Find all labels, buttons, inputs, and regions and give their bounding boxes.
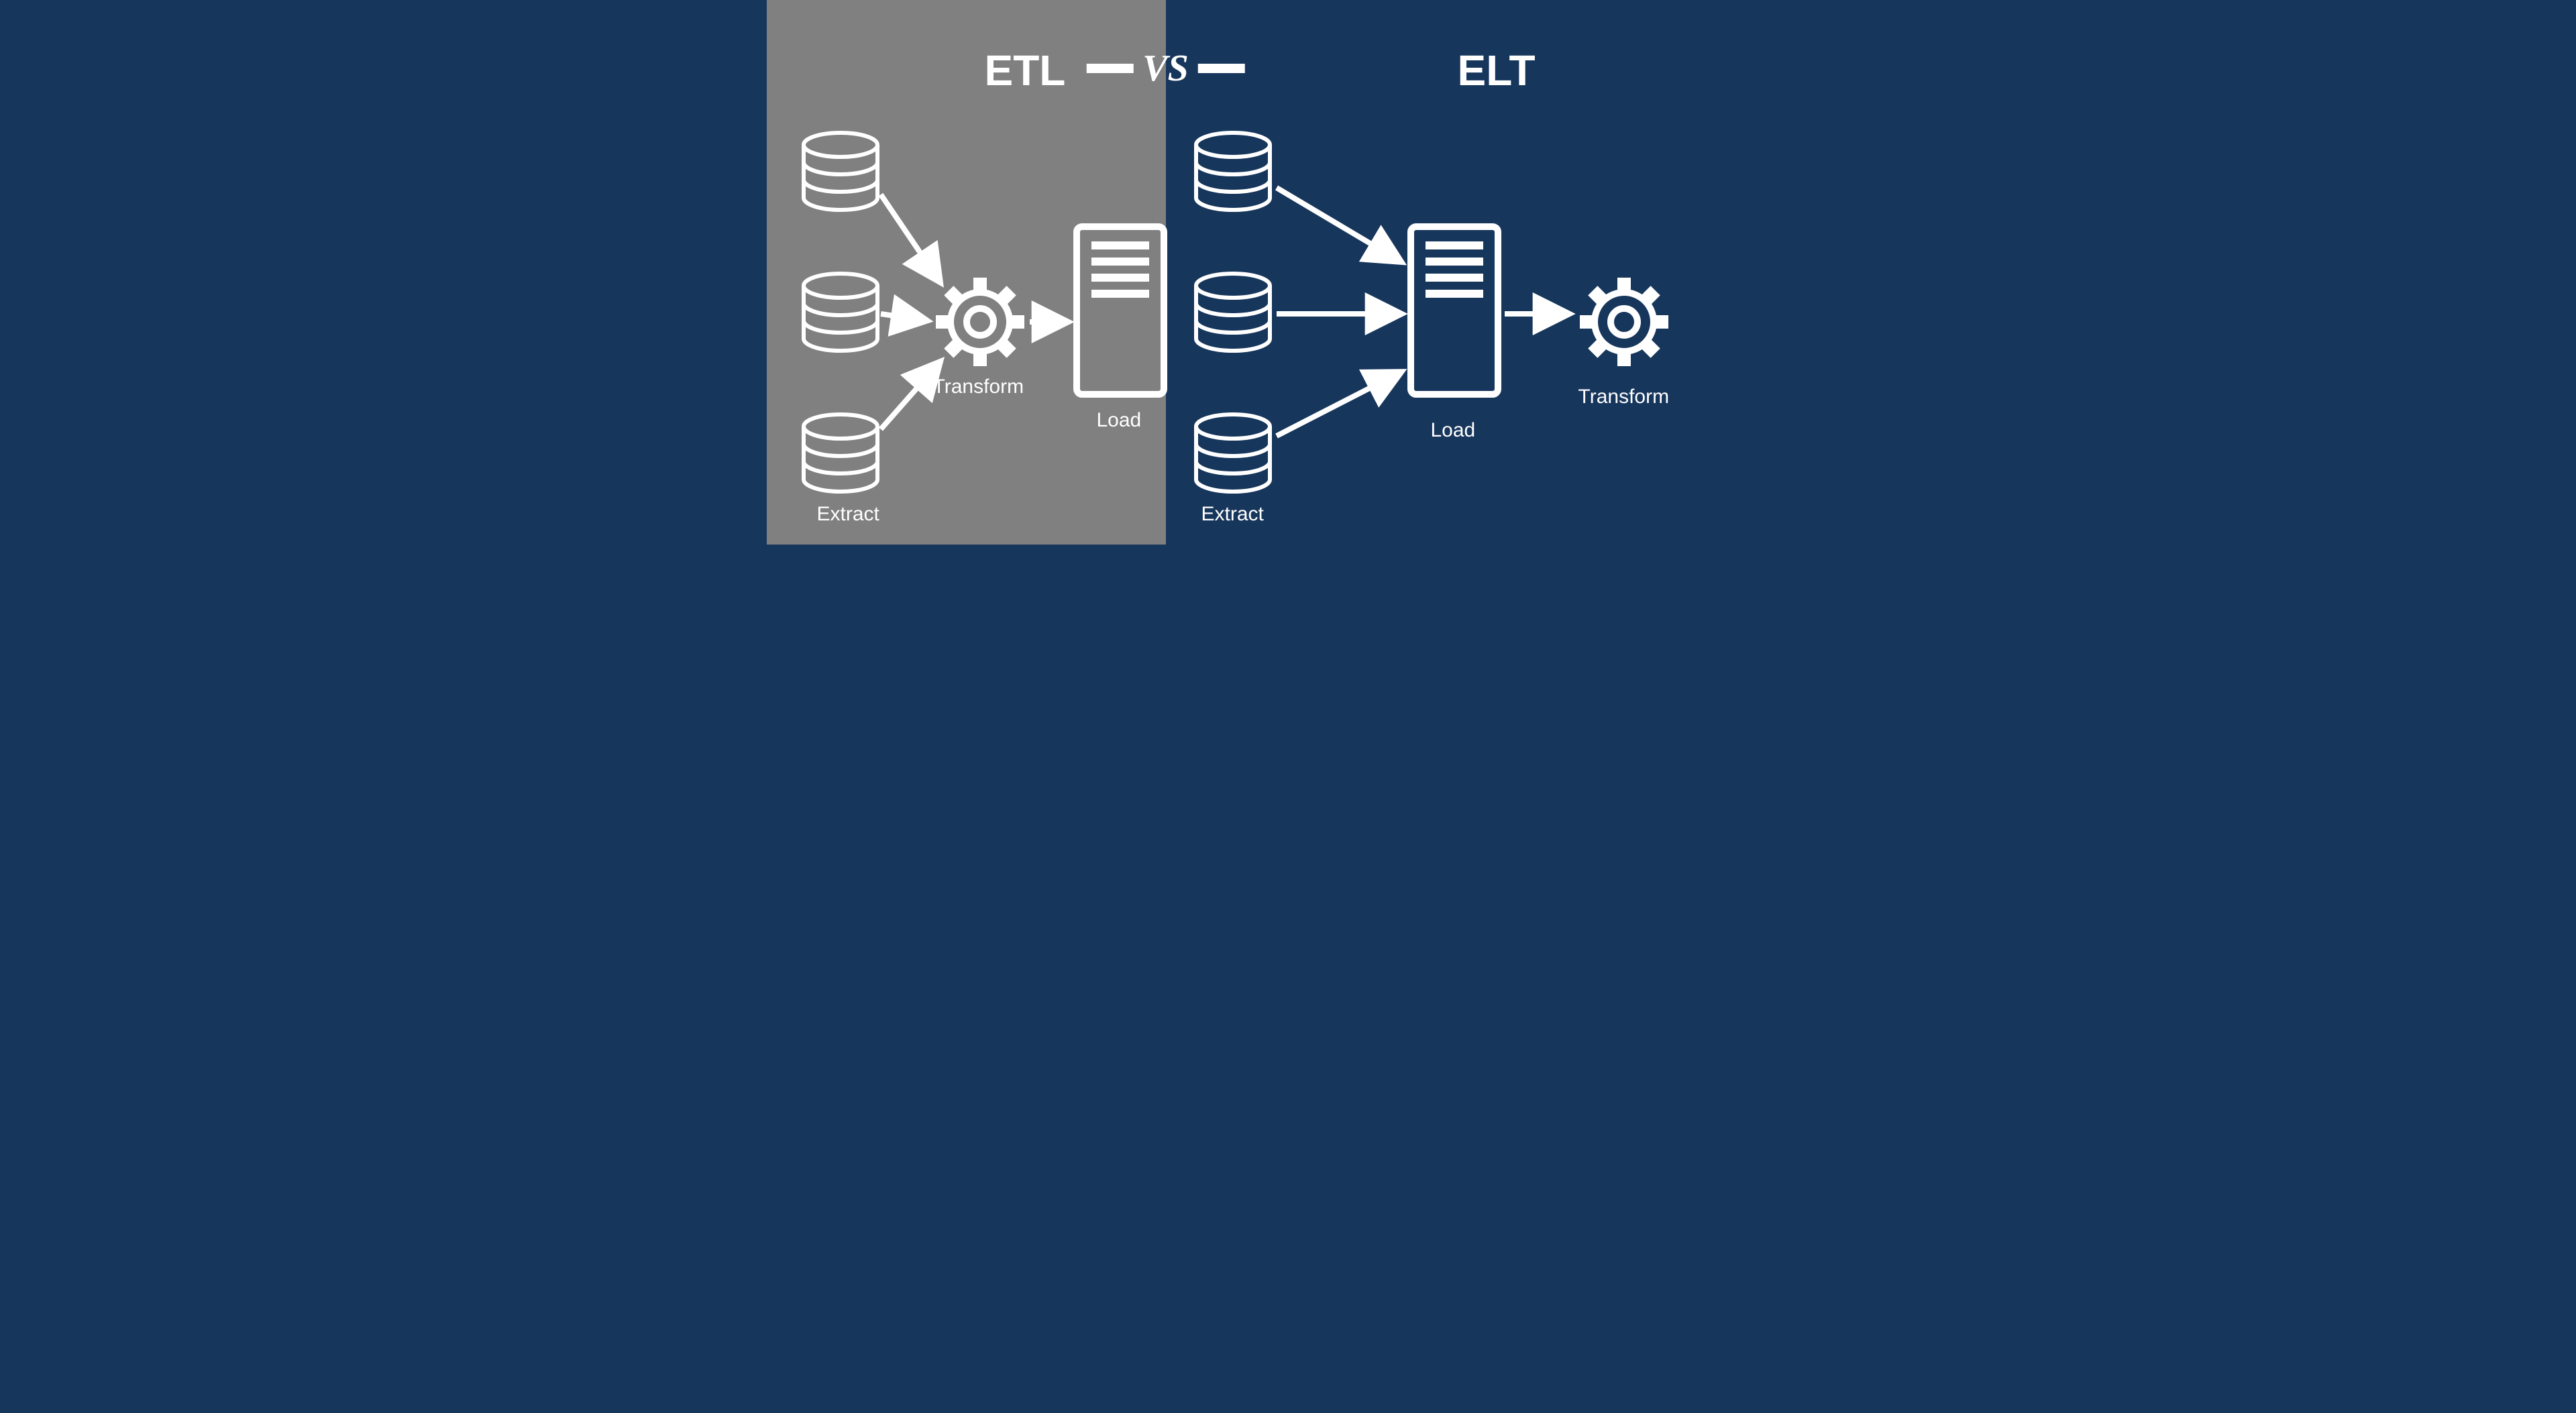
diagram-stage: ETL ELT VS Extract Transform Load Extrac… xyxy=(767,0,1810,545)
label-transform-left: Transform xyxy=(933,376,1024,398)
title-elt: ELT xyxy=(1458,46,1536,95)
label-load-left: Load xyxy=(1097,409,1142,432)
label-load-right: Load xyxy=(1431,419,1476,442)
label-extract-right: Extract xyxy=(1201,503,1264,526)
title-etl: ETL xyxy=(985,46,1066,95)
label-transform-right: Transform xyxy=(1578,386,1670,408)
vs-text: VS xyxy=(1142,47,1189,90)
vs-bar-left xyxy=(1086,64,1133,73)
label-extract-left: Extract xyxy=(817,503,879,526)
vs-divider: VS xyxy=(1086,47,1245,90)
vs-bar-right xyxy=(1198,64,1245,73)
